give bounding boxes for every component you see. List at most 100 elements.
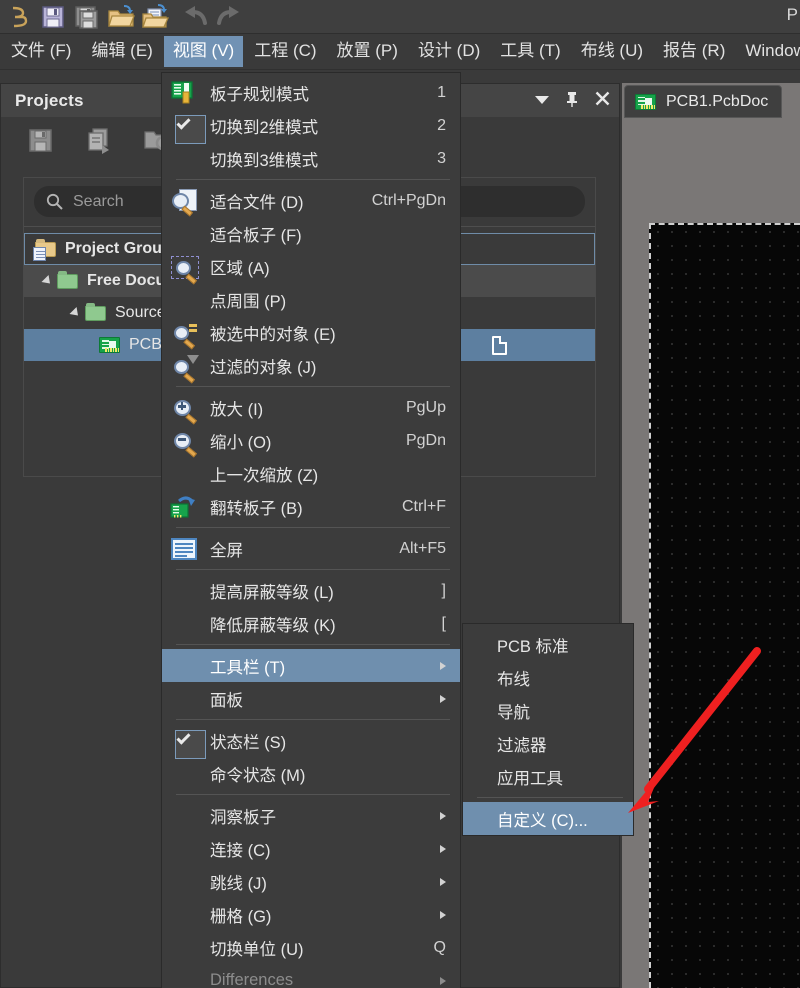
menu-item-label: 点周围 (P)	[210, 292, 287, 311]
menu-item-fit-board[interactable]: 适合板子 (F)	[162, 217, 460, 250]
chevron-right-icon	[440, 910, 446, 919]
search-icon	[46, 193, 63, 210]
menubar-place[interactable]: 放置 (P)	[328, 36, 407, 67]
pcb-document-icon	[634, 91, 658, 113]
menu-item-switch-3d[interactable]: 切换到3维模式 3	[162, 142, 460, 175]
open-document-icon[interactable]	[140, 2, 170, 32]
menubar-tools[interactable]: 工具 (T)	[491, 36, 569, 67]
menu-item-label: 过滤器	[497, 736, 547, 755]
menu-item-accel: PgUp	[405, 398, 446, 416]
menu-item-accel: 1	[437, 83, 446, 101]
menu-item-toggle-units[interactable]: 切换单位 (U) Q	[162, 931, 460, 964]
save-all-icon[interactable]	[72, 2, 102, 32]
menu-item-label: 上一次缩放 (Z)	[210, 466, 319, 485]
menu-item-label: 区域 (A)	[210, 259, 270, 278]
menu-item-label: 应用工具	[497, 769, 563, 788]
menubar-design[interactable]: 设计 (D)	[409, 36, 489, 67]
undo-icon[interactable]	[180, 2, 210, 32]
pcb-canvas[interactable]	[649, 223, 800, 988]
chevron-right-icon	[440, 661, 446, 670]
panel-close-button[interactable]	[593, 91, 611, 110]
menubar-file[interactable]: 文件 (F)	[2, 36, 80, 67]
menu-item-grids[interactable]: 栅格 (G)	[162, 898, 460, 931]
menu-item-zoom-area[interactable]: 区域 (A)	[162, 250, 460, 285]
chevron-right-icon	[440, 844, 446, 853]
submenu-item-filter[interactable]: 过滤器	[463, 727, 633, 760]
menu-item-zoom-point[interactable]: 点周围 (P)	[162, 283, 460, 316]
save-icon[interactable]	[27, 128, 57, 154]
document-tab-pcb1[interactable]: PCB1.PcbDoc	[624, 85, 782, 118]
menu-item-label: 面板	[210, 691, 243, 710]
menu-separator	[176, 719, 450, 720]
menu-item-status-bar[interactable]: 状态栏 (S)	[162, 724, 460, 759]
menu-item-accel: Q	[433, 938, 446, 956]
document-area: PCB1.PcbDoc	[622, 83, 800, 988]
panel-pin-button[interactable]	[563, 91, 581, 111]
menu-item-decrease-mask-level[interactable]: 降低屏蔽等级 (K) [	[162, 607, 460, 640]
redo-icon[interactable]	[214, 2, 244, 32]
menu-item-label: 状态栏 (S)	[210, 733, 287, 752]
menu-item-label: 工具栏 (T)	[210, 658, 286, 677]
menu-item-fullscreen[interactable]: 全屏 Alt+F5	[162, 532, 460, 565]
menu-item-toolbars[interactable]: 工具栏 (T)	[162, 649, 460, 682]
page-title: Projects	[15, 90, 84, 110]
menu-item-zoom-in[interactable]: 放大 (I) PgUp	[162, 391, 460, 425]
menu-item-label: 板子规划模式	[210, 85, 309, 104]
tree-item-label: Project Grou	[65, 240, 162, 257]
menu-item-board-insight[interactable]: 洞察板子	[162, 799, 460, 832]
menu-separator	[176, 386, 450, 387]
menubar-route[interactable]: 布线 (U)	[572, 36, 652, 67]
search-placeholder: Search	[73, 192, 124, 210]
view-menu: 板子规划模式 1 切换到2维模式 2 切换到3维模式 3 适合文件 (D) Ct…	[161, 72, 461, 988]
menu-item-panels[interactable]: 面板	[162, 682, 460, 715]
submenu-item-pcb-standard[interactable]: PCB 标准	[463, 628, 633, 661]
menu-item-zoom-selected[interactable]: 被选中的对象 (E)	[162, 316, 460, 350]
flip-board-icon	[169, 494, 199, 520]
menu-item-label: 自定义 (C)...	[497, 811, 588, 830]
menu-separator	[477, 797, 623, 798]
zoom-filtered-icon	[169, 353, 199, 384]
submenu-item-utilities[interactable]: 应用工具	[463, 760, 633, 793]
menu-item-board-planning-mode[interactable]: 板子规划模式 1	[162, 76, 460, 109]
menu-item-connections[interactable]: 连接 (C)	[162, 832, 460, 865]
menu-item-switch-2d[interactable]: 切换到2维模式 2	[162, 109, 460, 144]
menu-item-label: 过滤的对象 (J)	[210, 358, 317, 377]
menu-item-label: 全屏	[210, 541, 243, 560]
menu-item-label: 放大 (I)	[210, 400, 264, 419]
menu-item-fit-document[interactable]: 适合文件 (D) Ctrl+PgDn	[162, 184, 460, 217]
menubar-reports[interactable]: 报告 (R)	[654, 36, 734, 67]
menu-item-label: 洞察板子	[210, 808, 276, 827]
open-folder-icon[interactable]	[106, 2, 136, 32]
save-icon[interactable]	[38, 2, 68, 32]
menu-item-increase-mask-level[interactable]: 提高屏蔽等级 (L) ]	[162, 574, 460, 607]
menu-separator	[176, 794, 450, 795]
checkbox-checked-icon	[169, 113, 206, 144]
menu-item-accel: [	[441, 614, 446, 632]
chevron-down-icon[interactable]	[69, 306, 82, 320]
chevron-right-icon	[440, 877, 446, 886]
menubar-edit[interactable]: 编辑 (E)	[82, 36, 161, 67]
menu-item-zoom-out[interactable]: 缩小 (O) PgDn	[162, 424, 460, 458]
menu-item-accel: 2	[437, 116, 446, 134]
compile-icon[interactable]	[85, 128, 115, 154]
menu-item-label: 翻转板子 (B)	[210, 499, 303, 518]
chevron-down-icon[interactable]	[41, 274, 54, 288]
submenu-item-navigation[interactable]: 导航	[463, 694, 633, 727]
menu-item-command-status[interactable]: 命令状态 (M)	[162, 757, 460, 790]
menubar-window[interactable]: Window	[736, 36, 800, 67]
menu-item-flip-board[interactable]: 翻转板子 (B) Ctrl+F	[162, 490, 460, 523]
menu-item-label: 连接 (C)	[210, 841, 271, 860]
menu-item-zoom-filtered[interactable]: 过滤的对象 (J)	[162, 349, 460, 384]
menubar-view[interactable]: 视图 (V)	[163, 36, 244, 67]
chevron-right-icon	[440, 694, 446, 703]
menu-item-label: 命令状态 (M)	[210, 766, 306, 785]
submenu-item-routing[interactable]: 布线	[463, 661, 633, 694]
main-toolbar: P	[0, 0, 800, 34]
menu-item-label: 适合板子 (F)	[210, 226, 302, 245]
menubar-project[interactable]: 工程 (C)	[245, 36, 325, 67]
menu-separator	[176, 569, 450, 570]
menu-item-last-zoom[interactable]: 上一次缩放 (Z)	[162, 457, 460, 490]
submenu-item-customize[interactable]: 自定义 (C)...	[463, 802, 633, 835]
menu-item-jumpers[interactable]: 跳线 (J)	[162, 865, 460, 898]
panel-dropdown-button[interactable]	[533, 93, 551, 109]
